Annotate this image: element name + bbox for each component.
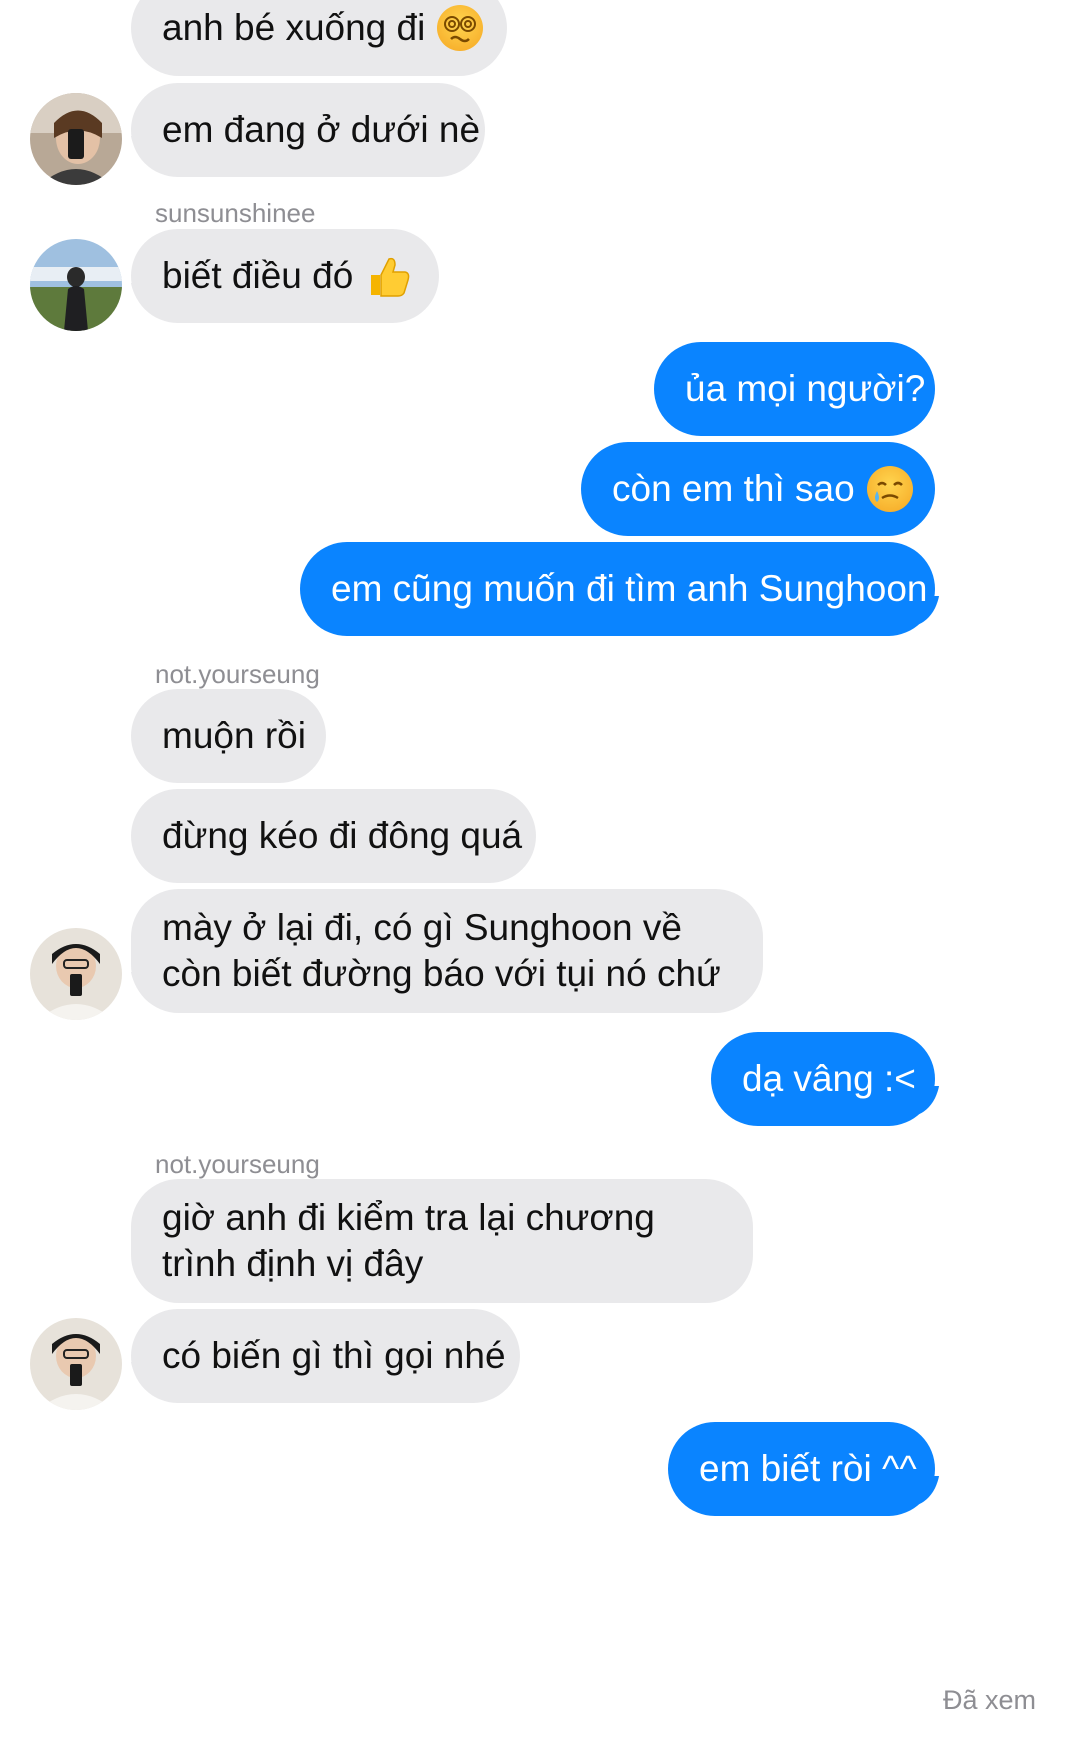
message-text: em cũng muốn đi tìm anh Sunghoon: [331, 568, 928, 609]
message-text: muộn rồi: [162, 715, 306, 756]
incoming-message[interactable]: muộn rồi: [131, 689, 326, 783]
message-text: anh bé xuống đi: [162, 7, 426, 48]
message-text: em đang ở dưới nè: [162, 109, 481, 150]
sender-name: not.yourseung: [155, 1149, 320, 1179]
outgoing-message[interactable]: em biết ròi ^^: [668, 1422, 935, 1516]
message-text: còn em thì sao: [612, 468, 855, 509]
thumbs-up-emoji-icon: [365, 253, 411, 299]
outgoing-message[interactable]: ủa mọi người?: [654, 342, 935, 436]
message-text: đừng kéo đi đông quá: [162, 815, 523, 856]
message-text: mày ở lại đi, có gì Sunghoon về còn biết…: [162, 907, 721, 994]
smiling-face-with-tear-emoji-icon: [866, 466, 913, 512]
dizzy-face-emoji-icon: [437, 5, 484, 51]
incoming-message[interactable]: biết điều đó: [131, 229, 439, 323]
outgoing-message[interactable]: còn em thì sao: [581, 442, 935, 536]
sender-name: not.yourseung: [155, 659, 320, 689]
message-text: em biết ròi ^^: [699, 1448, 917, 1489]
avatar[interactable]: [30, 1318, 122, 1410]
message-text: có biến gì thì gọi nhé: [162, 1335, 506, 1376]
incoming-message[interactable]: anh bé xuống đi: [131, 0, 507, 76]
incoming-message[interactable]: đừng kéo đi đông quá: [131, 789, 536, 883]
avatar[interactable]: [30, 93, 122, 185]
read-receipt: Đã xem: [942, 1685, 1036, 1715]
avatar[interactable]: [30, 928, 122, 1020]
incoming-message[interactable]: có biến gì thì gọi nhé: [131, 1309, 520, 1403]
message-text: giờ anh đi kiểm tra lại chương trình địn…: [162, 1197, 655, 1284]
message-text: dạ vâng :<: [742, 1058, 916, 1099]
incoming-message[interactable]: em đang ở dưới nè: [131, 83, 485, 177]
incoming-message[interactable]: mày ở lại đi, có gì Sunghoon về còn biết…: [131, 889, 763, 1013]
message-text: ủa mọi người?: [685, 368, 926, 409]
outgoing-message[interactable]: dạ vâng :<: [711, 1032, 935, 1126]
incoming-message[interactable]: giờ anh đi kiểm tra lại chương trình địn…: [131, 1179, 753, 1303]
sender-name: sunsunshinee: [155, 198, 316, 228]
outgoing-message[interactable]: em cũng muốn đi tìm anh Sunghoon: [300, 542, 935, 636]
avatar[interactable]: [30, 239, 122, 331]
message-text: biết điều đó: [162, 255, 354, 296]
